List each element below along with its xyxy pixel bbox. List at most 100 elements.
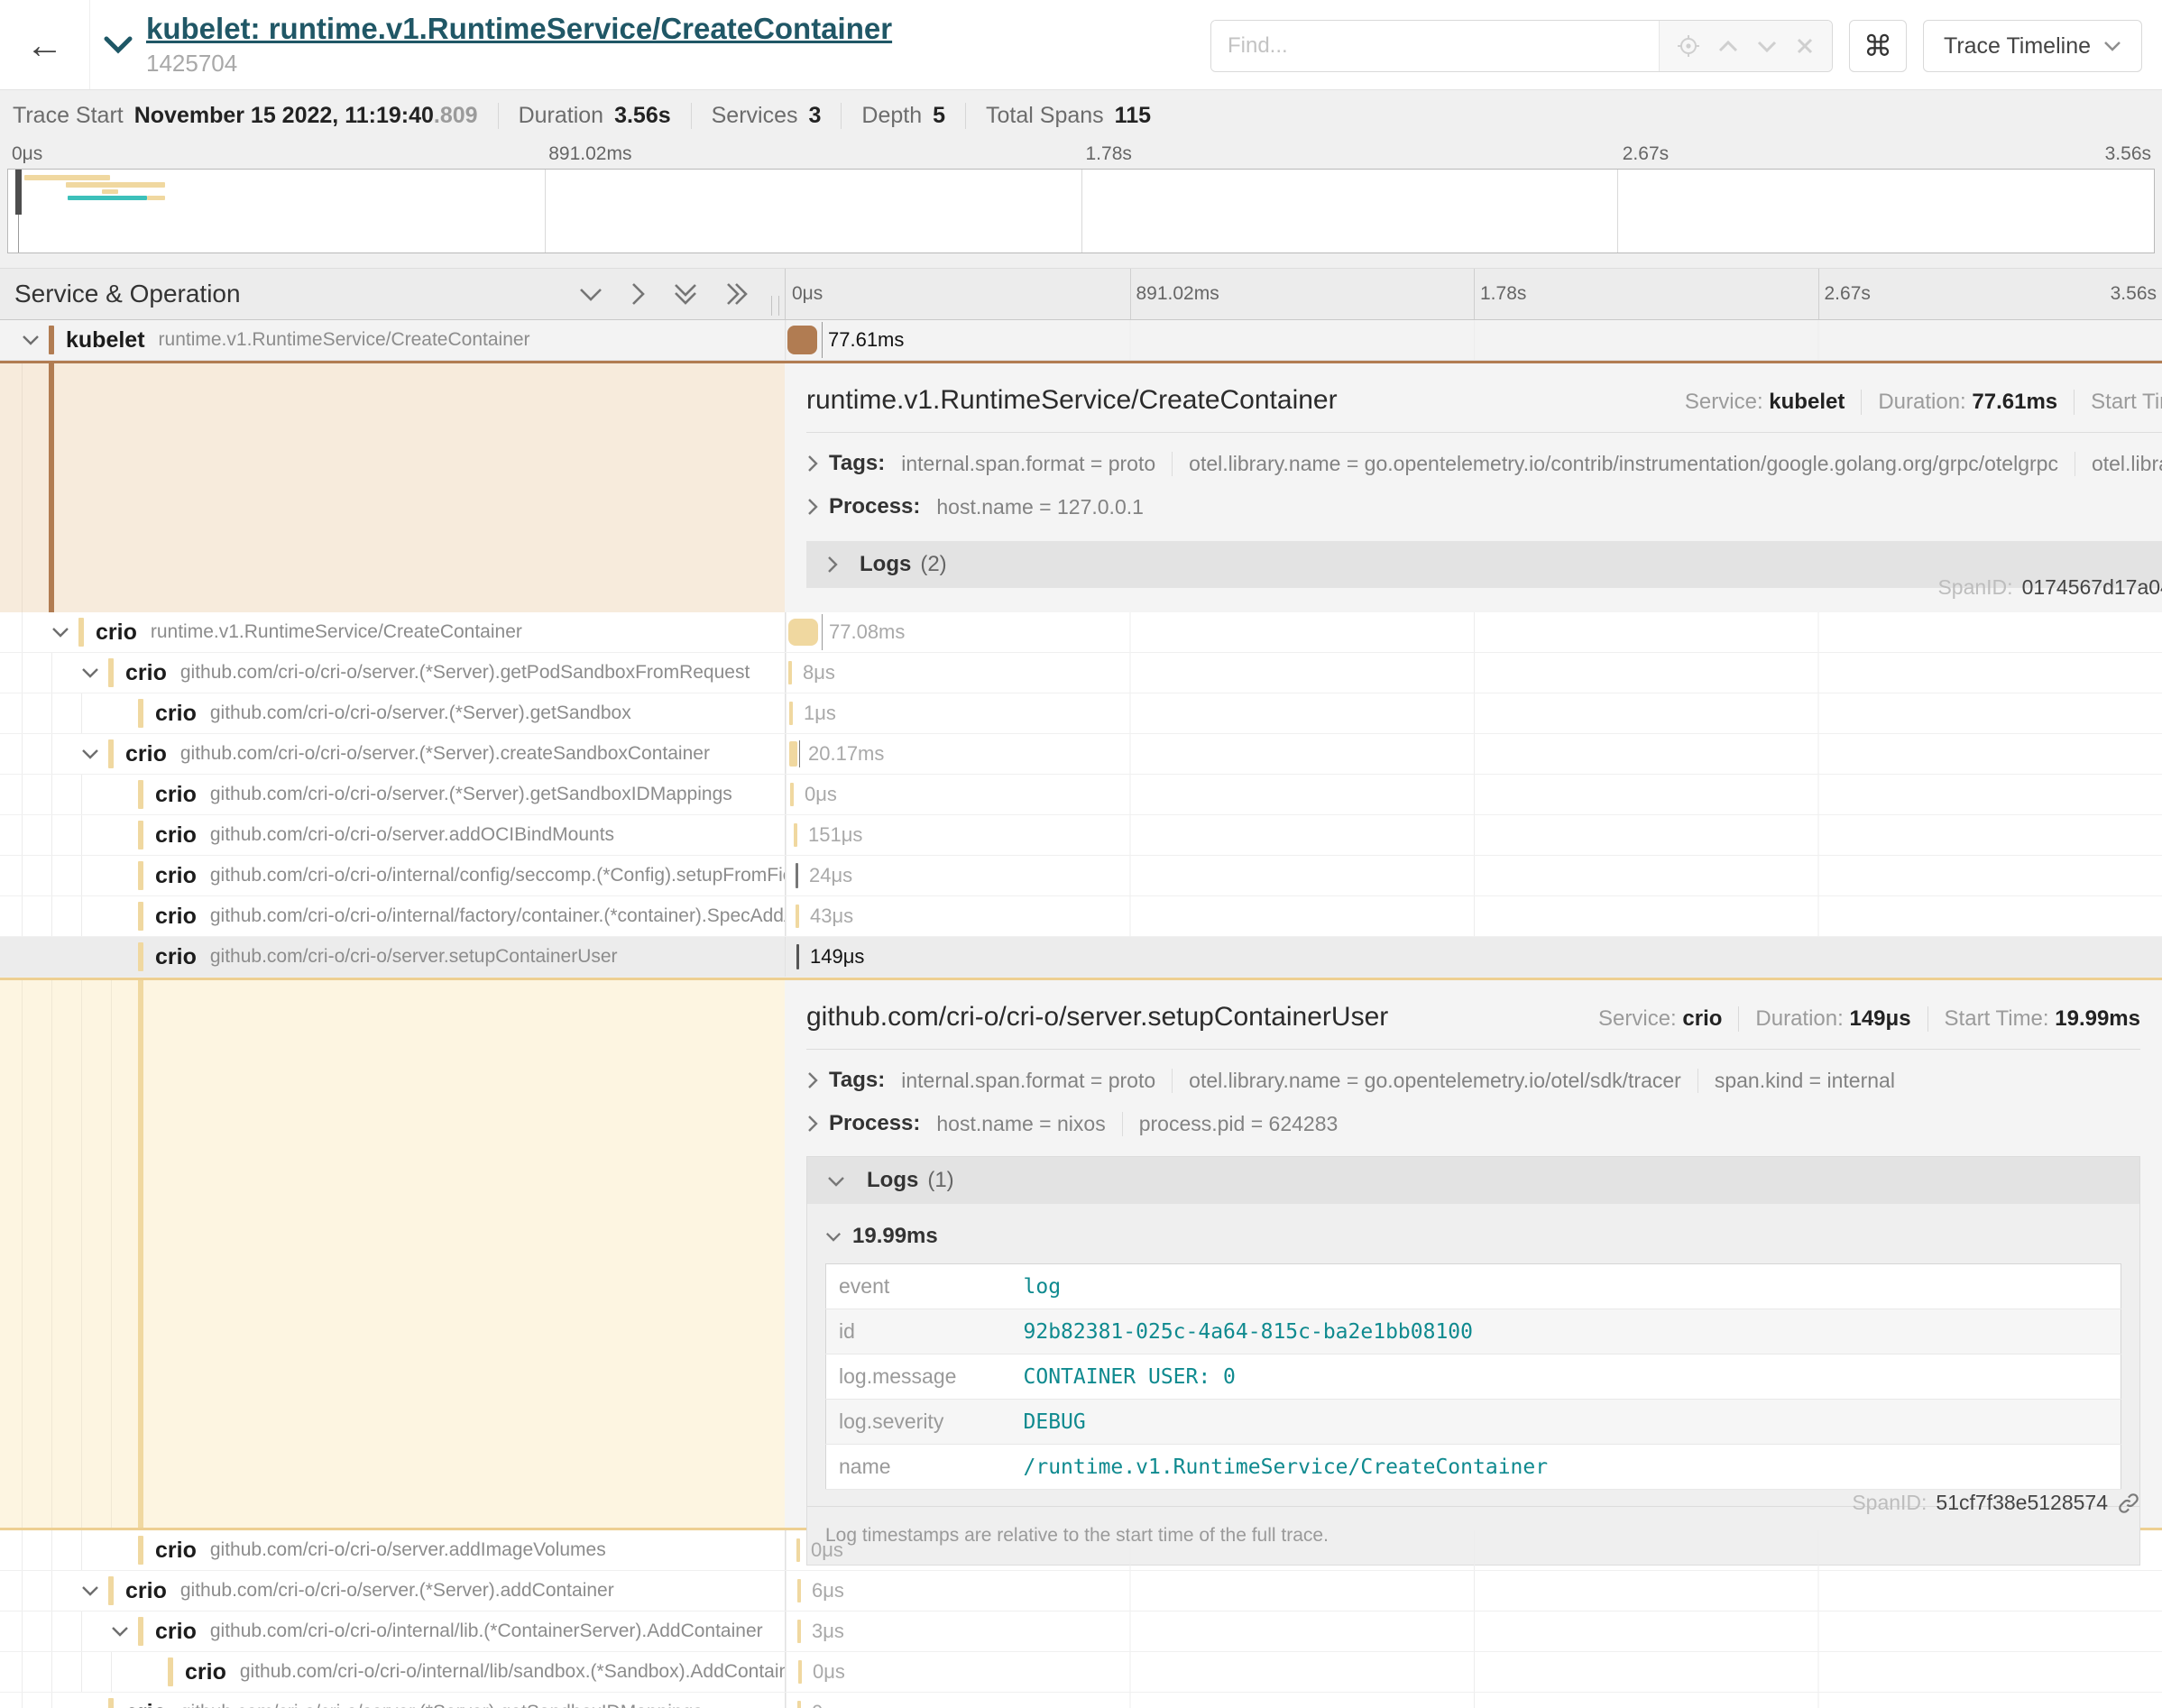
- find-next-icon[interactable]: [1756, 40, 1778, 53]
- process-accordion[interactable]: Process: host.name = 127.0.0.1: [806, 494, 2162, 519]
- span-row[interactable]: criogithub.com/cri-o/cri-o/internal/lib/…: [0, 1652, 2162, 1693]
- span-name-cell[interactable]: criogithub.com/cri-o/cri-o/internal/lib/…: [0, 1652, 785, 1692]
- tags-accordion[interactable]: Tags: internal.span.format = protootel.l…: [806, 1068, 2140, 1093]
- minimap-gridline: [1081, 170, 1082, 253]
- span-timeline-cell[interactable]: 151μs: [785, 815, 2162, 855]
- span-timeline-cell[interactable]: 43μs: [785, 896, 2162, 936]
- top-bar: ← kubelet: runtime.v1.RuntimeService/Cre…: [0, 0, 2162, 90]
- span-timeline-cell[interactable]: 24μs: [785, 856, 2162, 895]
- span-row[interactable]: criogithub.com/cri-o/cri-o/server.(*Serv…: [0, 1693, 2162, 1708]
- span-name-cell[interactable]: criogithub.com/cri-o/cri-o/internal/conf…: [0, 856, 785, 895]
- log-entry-accordion[interactable]: 19.99ms: [825, 1224, 2121, 1249]
- locate-icon[interactable]: [1677, 34, 1700, 58]
- span-timeline-cell[interactable]: 3μs: [785, 1612, 2162, 1651]
- span-name-cell[interactable]: criogithub.com/cri-o/cri-o/internal/lib.…: [0, 1612, 785, 1651]
- chevron-right-icon: [806, 1115, 818, 1133]
- span-duration-label: 149μs: [810, 945, 864, 969]
- span-service-name: crio: [155, 782, 197, 808]
- trace-minimap[interactable]: 0μs891.02ms1.78s2.67s3.56s: [7, 143, 2155, 253]
- chevron-down-icon: [827, 1175, 845, 1187]
- find-input[interactable]: [1211, 21, 1659, 71]
- span-timeline-cell[interactable]: 1μs: [785, 693, 2162, 733]
- detail-left-crio: [0, 980, 785, 1528]
- service-color-bar: [108, 739, 114, 768]
- span-row[interactable]: crioruntime.v1.RuntimeService/CreateCont…: [0, 612, 2162, 653]
- span-timeline-cell[interactable]: 0μs: [785, 775, 2162, 814]
- spanid-label: SpanID:: [1852, 1491, 1927, 1515]
- span-row[interactable]: criogithub.com/cri-o/cri-o/server.addIma…: [0, 1530, 2162, 1571]
- span-timeline-cell[interactable]: 6μs: [785, 1571, 2162, 1611]
- span-name-cell[interactable]: criogithub.com/cri-o/cri-o/server.(*Serv…: [0, 1693, 785, 1708]
- span-name-cell[interactable]: criogithub.com/cri-o/cri-o/server.addOCI…: [0, 815, 785, 855]
- back-button[interactable]: ←: [0, 0, 90, 89]
- span-row[interactable]: kubeletruntime.v1.RuntimeService/CreateC…: [0, 320, 2162, 361]
- span-row[interactable]: criogithub.com/cri-o/cri-o/internal/conf…: [0, 856, 2162, 896]
- tags-accordion[interactable]: Tags: internal.span.format = protootel.l…: [806, 451, 2162, 476]
- log-field-key: id: [826, 1309, 1011, 1354]
- span-name-cell[interactable]: criogithub.com/cri-o/cri-o/server.(*Serv…: [0, 775, 785, 814]
- span-row[interactable]: criogithub.com/cri-o/cri-o/server.(*Serv…: [0, 775, 2162, 815]
- span-name-cell[interactable]: criogithub.com/cri-o/cri-o/server.setupC…: [0, 937, 785, 977]
- chevron-down-icon: [2103, 41, 2121, 52]
- expand-all-icon[interactable]: [725, 281, 749, 307]
- span-row[interactable]: criogithub.com/cri-o/cri-o/server.(*Serv…: [0, 734, 2162, 775]
- tree-guide: [22, 1530, 51, 1570]
- keyboard-shortcuts-button[interactable]: ⌘: [1849, 20, 1907, 72]
- span-duration-bar: [796, 863, 798, 888]
- span-name-cell[interactable]: crioruntime.v1.RuntimeService/CreateCont…: [0, 612, 785, 652]
- tree-guide: [22, 1612, 51, 1651]
- trace-title-chevron-down-icon[interactable]: [103, 35, 133, 55]
- chevron-down-icon[interactable]: [81, 667, 108, 679]
- trace-summary-bar: Trace Start November 15 2022, 11:19:40.8…: [0, 103, 2162, 143]
- minimap-canvas[interactable]: [7, 169, 2155, 253]
- span-timeline-cell[interactable]: 8μs: [785, 653, 2162, 693]
- trace-start-label: Trace Start: [13, 103, 124, 129]
- span-detail-panel: runtime.v1.RuntimeService/CreateContaine…: [785, 363, 2162, 612]
- chevron-down-icon[interactable]: [51, 627, 78, 638]
- span-timeline-cell[interactable]: 77.61ms: [785, 320, 2162, 360]
- span-duration-label: 24μs: [809, 864, 852, 887]
- span-timeline-cell[interactable]: 0μs: [785, 1652, 2162, 1692]
- trace-title-link[interactable]: kubelet: runtime.v1.RuntimeService/Creat…: [146, 12, 892, 46]
- span-name-cell[interactable]: criogithub.com/cri-o/cri-o/server.addIma…: [0, 1530, 785, 1570]
- chevron-down-icon[interactable]: [81, 748, 108, 760]
- process-accordion[interactable]: Process: host.name = nixosprocess.pid = …: [806, 1111, 2140, 1136]
- span-row[interactable]: criogithub.com/cri-o/cri-o/server.(*Serv…: [0, 653, 2162, 693]
- span-row[interactable]: criogithub.com/cri-o/cri-o/server.(*Serv…: [0, 693, 2162, 734]
- span-service-name: crio: [155, 701, 197, 727]
- span-name-cell[interactable]: criogithub.com/cri-o/cri-o/internal/fact…: [0, 896, 785, 936]
- span-timeline-cell[interactable]: 149μs: [785, 937, 2162, 977]
- chevron-down-icon[interactable]: [81, 1585, 108, 1597]
- span-timeline-cell[interactable]: 0μs: [785, 1530, 2162, 1570]
- deep-link-icon[interactable]: [2117, 1492, 2140, 1515]
- collapse-all-icon[interactable]: [673, 282, 698, 306]
- span-timeline-cell[interactable]: 77.08ms: [785, 612, 2162, 652]
- logs-accordion[interactable]: Logs (1): [807, 1157, 2139, 1204]
- span-row[interactable]: criogithub.com/cri-o/cri-o/server.addOCI…: [0, 815, 2162, 856]
- span-name-cell[interactable]: criogithub.com/cri-o/cri-o/server.(*Serv…: [0, 1571, 785, 1611]
- span-name-cell[interactable]: kubeletruntime.v1.RuntimeService/CreateC…: [0, 320, 785, 360]
- collapse-one-icon[interactable]: [578, 287, 603, 302]
- trace-view-selector[interactable]: Trace Timeline: [1923, 20, 2142, 72]
- span-timeline-cell[interactable]: 0μs: [785, 1693, 2162, 1708]
- span-timeline-cell[interactable]: 20.17ms: [785, 734, 2162, 774]
- minimap-scrub-handle[interactable]: [15, 170, 22, 215]
- chevron-down-icon[interactable]: [22, 335, 49, 346]
- span-name-cell[interactable]: criogithub.com/cri-o/cri-o/server.(*Serv…: [0, 693, 785, 733]
- span-row[interactable]: criogithub.com/cri-o/cri-o/internal/lib.…: [0, 1612, 2162, 1652]
- service-color-bar: [138, 821, 143, 849]
- column-resize-handle[interactable]: [771, 296, 779, 316]
- chevron-down-icon[interactable]: [111, 1626, 138, 1638]
- tree-guide: [111, 1652, 141, 1692]
- span-service-name: crio: [125, 1578, 167, 1604]
- span-row[interactable]: criogithub.com/cri-o/cri-o/internal/fact…: [0, 896, 2162, 937]
- expand-one-icon[interactable]: [630, 281, 646, 307]
- span-operation-name: github.com/cri-o/cri-o/server.addImageVo…: [210, 1539, 606, 1561]
- find-clear-icon[interactable]: [1795, 36, 1815, 56]
- span-name-cell[interactable]: criogithub.com/cri-o/cri-o/server.(*Serv…: [0, 734, 785, 774]
- span-row[interactable]: criogithub.com/cri-o/cri-o/server.(*Serv…: [0, 1571, 2162, 1612]
- find-prev-icon[interactable]: [1717, 40, 1739, 53]
- span-row[interactable]: criogithub.com/cri-o/cri-o/server.setupC…: [0, 937, 2162, 978]
- log-field-value: log: [1011, 1264, 2121, 1309]
- span-name-cell[interactable]: criogithub.com/cri-o/cri-o/server.(*Serv…: [0, 653, 785, 693]
